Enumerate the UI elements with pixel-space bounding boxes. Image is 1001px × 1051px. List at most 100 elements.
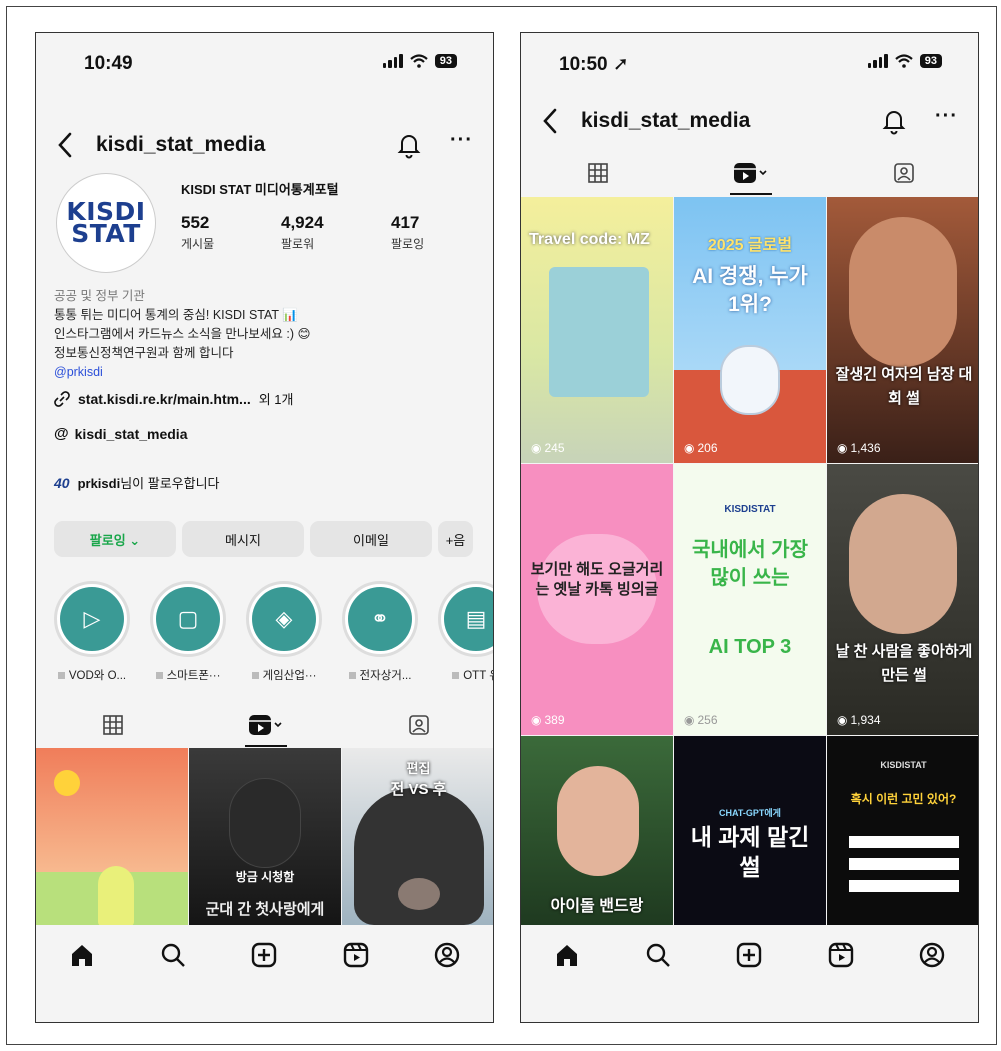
highlight-game[interactable]: ◈ 게임산업··· (242, 581, 326, 683)
eye-icon: ◉ (531, 713, 542, 727)
stat-following[interactable]: 417 팔로잉 (391, 213, 424, 252)
tab-reels[interactable] (189, 703, 342, 747)
threads-icon: @ (54, 425, 69, 442)
profile-category: 공공 및 정부 기관 (54, 289, 145, 303)
reel-title: AI 경쟁, 누가 1위? (692, 265, 808, 316)
tab-reels[interactable] (674, 151, 827, 195)
stat-posts-value: 552 (181, 213, 210, 232)
followed-by[interactable]: 40 prkisdi님이 팔로우합니다 (54, 473, 220, 492)
reel-tile[interactable]: 날 찬 사람을 좋아하게 만든 썰 ◉ 1,934 (827, 464, 978, 735)
search-icon[interactable] (158, 940, 188, 970)
portrait-graphic (849, 217, 957, 367)
reel-tile[interactable]: 보기만 해도 오글거리는 옛날 카톡 빙의글 ◉ 389 (521, 464, 673, 735)
game-icon: ◈ (252, 587, 316, 651)
reel-title: 군대 간 첫사랑에게 (205, 901, 325, 918)
highlight-smartphone[interactable]: ▢ 스마트폰··· (146, 581, 230, 683)
more-options-icon[interactable]: ··· (450, 129, 473, 152)
status-bar: 10:49 93 (36, 33, 493, 95)
profile-website-link[interactable]: stat.kisdi.re.kr/main.htm... 외 1개 (54, 389, 294, 408)
message-button[interactable]: 메시지 (182, 521, 304, 557)
create-icon[interactable] (734, 940, 764, 970)
home-icon[interactable] (67, 940, 97, 970)
threads-link[interactable]: @ kisdi_stat_media (54, 425, 187, 442)
reels-icon (248, 715, 282, 735)
reel-tile[interactable]: CHAT-GPT에게 내 과제 맡긴 썰 (674, 736, 826, 925)
highlight-ring: ▷ (54, 581, 130, 657)
reels-nav-icon[interactable] (826, 940, 856, 970)
view-count: ◉ 256 (684, 713, 718, 727)
reel-tile[interactable]: 편집 전 VS 후 (342, 748, 493, 925)
reel-tile[interactable]: 2025 글로벌 AI 경쟁, 누가 1위? ◉ 206 (674, 197, 826, 463)
reel-tile[interactable]: 잘생긴 여자의 남장 대회 썰 ◉ 1,436 (827, 197, 978, 463)
reel-brand: KISDISTAT (880, 760, 927, 770)
back-icon[interactable] (541, 107, 561, 135)
highlight-ott[interactable]: ▤ OTT 유 (434, 581, 493, 683)
grid-icon (102, 715, 123, 735)
link-icon (54, 390, 70, 407)
profile-bio: 공공 및 정부 기관 통통 튀는 미디어 통계의 중심! KISDI STAT … (54, 287, 311, 382)
tab-grid[interactable] (36, 703, 189, 747)
more-options-icon[interactable]: ··· (935, 105, 958, 128)
tab-grid[interactable] (521, 151, 674, 195)
video-icon: ▷ (60, 587, 124, 651)
robot-graphic (720, 345, 780, 415)
highlight-vod[interactable]: ▷ VOD와 O... (50, 581, 134, 683)
bell-icon[interactable] (882, 107, 906, 135)
email-button[interactable]: 이메일 (310, 521, 432, 557)
reels-nav-icon[interactable] (341, 940, 371, 970)
view-count-value: 1,436 (850, 441, 881, 455)
create-icon[interactable] (249, 940, 279, 970)
view-count-value: 256 (697, 713, 718, 727)
tab-tagged[interactable] (827, 151, 978, 195)
reel-tile[interactable]: 방금 시청함 군대 간 첫사랑에게 (189, 748, 341, 925)
reel-title: 내 과제 맡긴 썰 (690, 824, 810, 880)
view-count: ◉ 206 (684, 441, 718, 455)
status-time: 10:49 (84, 53, 133, 74)
profile-icon[interactable] (432, 940, 462, 970)
reel-caption: 편집 (406, 761, 431, 776)
tab-tagged[interactable] (342, 703, 493, 747)
avatar[interactable]: KISDI STAT (56, 173, 156, 273)
smartphone-icon: ▢ (156, 587, 220, 651)
reel-tile[interactable]: 아이돌 밴드랑 (521, 736, 673, 925)
eye-icon: ◉ (837, 713, 848, 727)
wifi-icon (895, 54, 913, 68)
following-button[interactable]: 팔로잉 ⌄ (54, 521, 176, 557)
eye-icon: ◉ (531, 441, 542, 455)
battery-icon: 93 (434, 54, 457, 68)
content-tabs (36, 703, 493, 747)
reel-title: 날 찬 사람을 좋아하게 만든 썰 (835, 643, 973, 684)
view-count-value: 1,934 (850, 713, 881, 727)
status-indicators: 93 (867, 54, 942, 68)
stat-posts[interactable]: 552 게시물 (181, 213, 214, 252)
chat-bubbles-graphic (849, 836, 959, 896)
stat-followers-value: 4,924 (281, 213, 324, 232)
home-icon[interactable] (552, 940, 582, 970)
profile-username: kisdi_stat_media (96, 133, 266, 156)
add-person-button[interactable]: +음 (438, 521, 473, 557)
profile-icon[interactable] (917, 940, 947, 970)
stat-followers[interactable]: 4,924 팔로워 (281, 213, 324, 252)
highlight-label: OTT 유 (434, 667, 493, 683)
phone-right-reels: 10:50 ➚ 93 kisdi_stat_media ··· Travel c… (520, 32, 979, 1023)
profile-actions: 팔로잉 ⌄ 메시지 이메일 +음 (54, 521, 477, 557)
content-tabs (521, 151, 978, 195)
view-count-value: 206 (697, 441, 718, 455)
bio-mention-link[interactable]: @prkisdi (54, 363, 311, 382)
document-icon: ▤ (444, 587, 493, 651)
reel-subtitle: AI TOP 3 (708, 636, 792, 658)
portrait-graphic (849, 494, 957, 634)
reel-tile[interactable]: Travel code: MZ ◉ 245 (521, 197, 673, 463)
highlight-label: 게임산업··· (242, 667, 326, 683)
reel-tile[interactable]: KISDISTAT 국내에서 가장 많이 쓰는 AI TOP 3 ◉ 256 (674, 464, 826, 735)
view-count: ◉ 389 (531, 713, 565, 727)
bell-icon[interactable] (397, 131, 421, 159)
reel-tile[interactable] (36, 748, 188, 925)
highlight-ecommerce[interactable]: ⚭ 전자상거... (338, 581, 422, 683)
back-icon[interactable] (56, 131, 76, 159)
reel-title: 혹시 이런 고민 있어? (850, 792, 957, 806)
portrait-graphic (229, 778, 301, 868)
reel-tile[interactable]: KISDISTAT 혹시 이런 고민 있어? (827, 736, 978, 925)
search-icon[interactable] (643, 940, 673, 970)
stat-posts-label: 게시물 (181, 237, 215, 251)
